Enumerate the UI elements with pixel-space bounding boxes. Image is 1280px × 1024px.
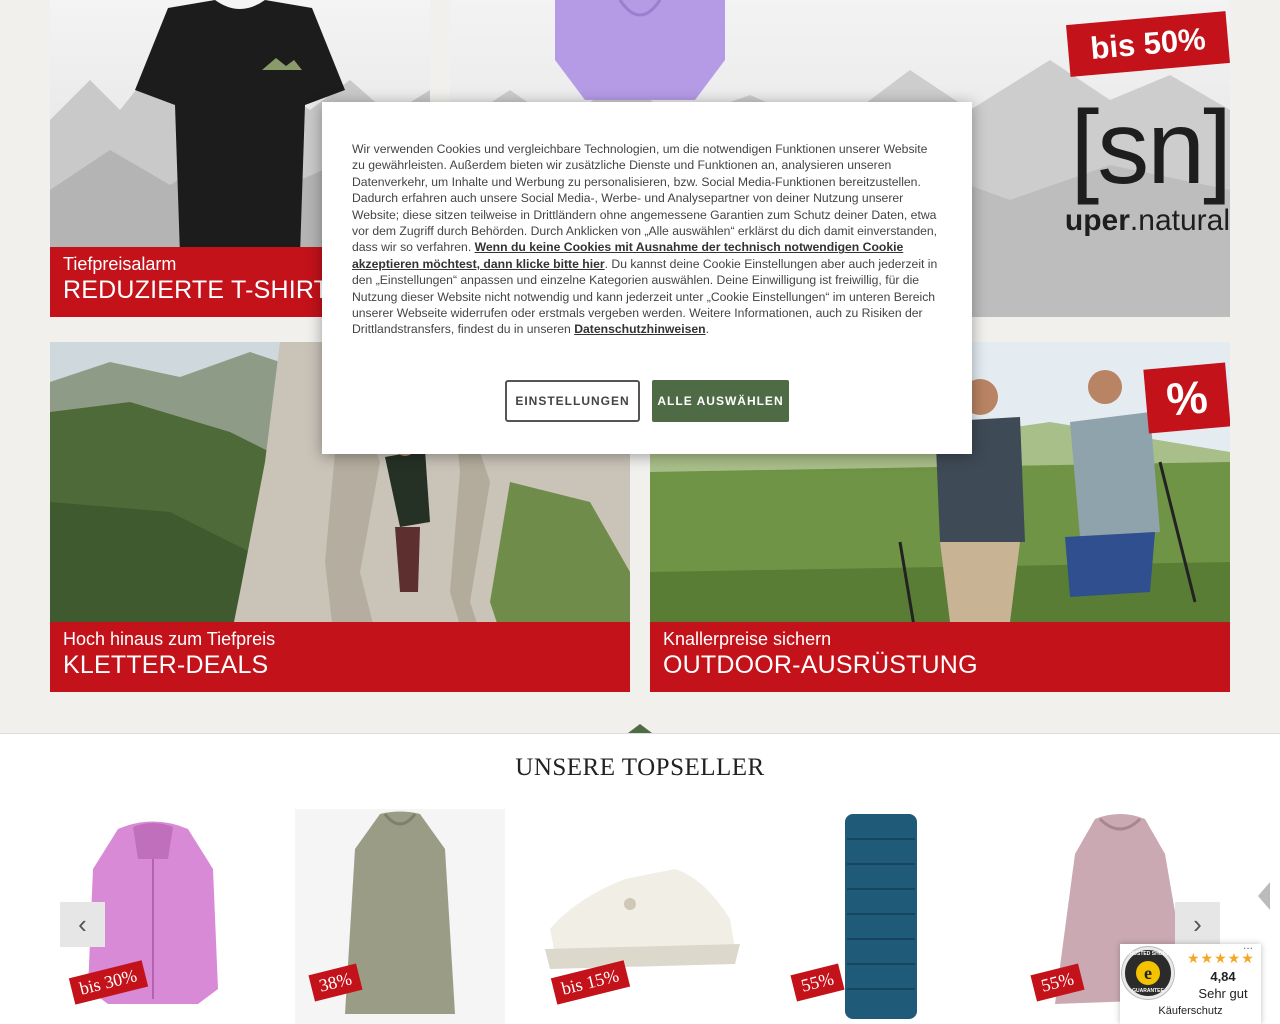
chevron-right-icon: › [1193, 909, 1202, 939]
logo-text-light: .natural [1129, 204, 1230, 237]
cookie-consent-dialog: Wir verwenden Cookies und vergleichbare … [322, 102, 972, 454]
promo-title: OUTDOOR-AUSRÜSTUNG [663, 651, 978, 679]
seal-line1: TRUSTED SHOPS [1126, 951, 1170, 957]
trusted-shops-seal: e TRUSTED SHOPS GUARANTEE [1122, 947, 1174, 999]
product-card[interactable]: 38% [295, 809, 505, 1024]
promo-caption: Knallerpreise sichern OUTDOOR-AUSRÜSTUNG [650, 622, 1230, 692]
logo-mark: [sn] [1070, 90, 1230, 206]
rating-label: Sehr gut [1198, 986, 1248, 1001]
buyer-protection-label: Käuferschutz [1158, 1005, 1223, 1017]
promo-kicker: Hoch hinaus zum Tiefpreis [63, 629, 276, 649]
product-card[interactable]: 55% [775, 809, 985, 1024]
topseller-title: UNSERE TOPSELLER [515, 754, 765, 781]
carousel-prev-button[interactable]: ‹ [60, 902, 105, 947]
partial-arrow-icon [1258, 882, 1270, 910]
accept-all-button[interactable]: ALLE AUSWÄHLEN [652, 380, 789, 422]
chevron-left-icon: ‹ [78, 909, 87, 939]
supernatural-logo: [sn] uper.natural [970, 88, 1230, 238]
cookie-actions: EINSTELLUNGEN ALLE AUSWÄHLEN [322, 380, 972, 422]
product-card[interactable]: bis 15% [535, 809, 745, 1024]
topseller-section: UNSERE TOPSELLER bis 30% 38% bis 15% 55%… [0, 733, 1280, 1024]
logo-text-bold: uper [1064, 204, 1130, 237]
carousel-next-button[interactable]: › [1175, 902, 1220, 947]
promo-title: KLETTER-DEALS [63, 651, 269, 679]
cookie-text-part1: Wir verwenden Cookies und vergleichbare … [352, 142, 938, 255]
privacy-policy-link[interactable]: Datenschutzhinweisen [574, 322, 705, 336]
cookie-settings-button[interactable]: EINSTELLUNGEN [505, 380, 640, 422]
cookie-text: Wir verwenden Cookies und vergleichbare … [352, 141, 942, 338]
more-icon[interactable]: ... [1243, 938, 1253, 952]
promo-caption: Hoch hinaus zum Tiefpreis KLETTER-DEALS [50, 622, 630, 692]
cookie-text-part3: . [705, 322, 709, 337]
seal-line2: GUARANTEE [1132, 988, 1164, 994]
rating-stars: ★★★★★ [1187, 950, 1255, 966]
trusted-shops-widget[interactable]: e TRUSTED SHOPS GUARANTEE ★★★★★ ... 4,84… [1120, 938, 1261, 1024]
percent-badge: % [1143, 362, 1230, 434]
rating-value: 4,84 [1210, 969, 1236, 984]
promo-kicker: Knallerpreise sichern [663, 629, 832, 649]
